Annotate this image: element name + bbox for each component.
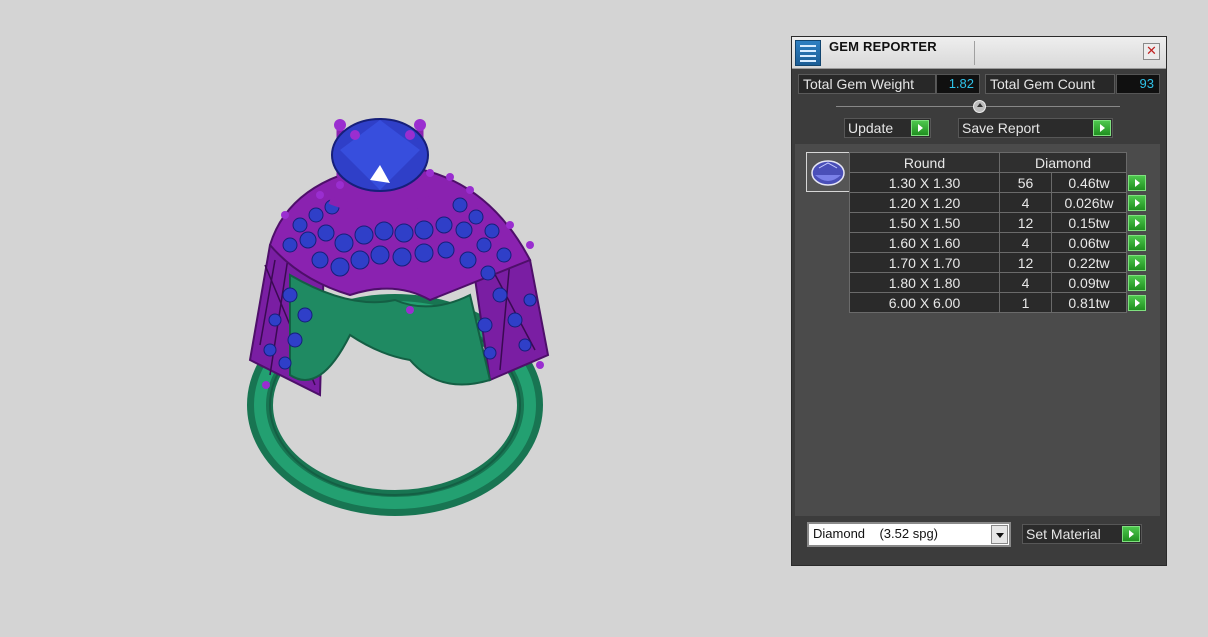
gem-count-cell: 12 <box>999 252 1052 273</box>
gem-count-cell: 4 <box>999 272 1052 293</box>
update-button[interactable]: Update <box>844 118 931 138</box>
set-material-button[interactable]: Set Material <box>1022 524 1142 544</box>
table-row[interactable]: 1.30 X 1.30 56 0.46tw <box>849 172 1149 193</box>
gem-weight-cell: 0.09tw <box>1051 272 1127 293</box>
table-row[interactable]: 1.20 X 1.20 4 0.026tw <box>849 192 1149 213</box>
gem-weight-cell: 0.46tw <box>1051 172 1127 193</box>
gem-table-header: Round Diamond <box>849 152 1149 173</box>
gem-count-cell: 1 <box>999 292 1052 313</box>
play-icon <box>1128 234 1146 251</box>
save-report-button[interactable]: Save Report <box>958 118 1113 138</box>
set-material-button-label: Set Material <box>1026 526 1101 542</box>
gem-count-cell: 12 <box>999 212 1052 233</box>
play-icon <box>1093 120 1111 136</box>
play-icon <box>1128 194 1146 211</box>
gem-size-cell: 1.70 X 1.70 <box>849 252 1000 273</box>
total-gem-weight-value: 1.82 <box>936 74 980 94</box>
title-separator <box>974 41 975 65</box>
row-select-button[interactable] <box>1126 212 1149 233</box>
gem-weight-cell: 0.22tw <box>1051 252 1127 273</box>
gem-weight-cell: 0.026tw <box>1051 192 1127 213</box>
play-icon <box>1128 274 1146 291</box>
table-row[interactable]: 1.60 X 1.60 4 0.06tw <box>849 232 1149 253</box>
gem-count-cell: 56 <box>999 172 1052 193</box>
material-header: Diamond <box>999 152 1127 173</box>
play-icon <box>1128 174 1146 191</box>
table-row[interactable]: 1.50 X 1.50 12 0.15tw <box>849 212 1149 233</box>
play-icon <box>1128 294 1146 311</box>
gem-size-cell: 1.80 X 1.80 <box>849 272 1000 293</box>
row-select-button[interactable] <box>1126 192 1149 213</box>
gem-size-cell: 1.50 X 1.50 <box>849 212 1000 233</box>
round-gem-icon <box>811 160 845 186</box>
gem-size-cell: 1.60 X 1.60 <box>849 232 1000 253</box>
gem-reporter-panel: GEM REPORTER ✕ Total Gem Weight 1.82 Tot… <box>791 36 1167 566</box>
play-icon <box>1122 526 1140 542</box>
gem-weight-cell: 0.06tw <box>1051 232 1127 253</box>
table-row[interactable]: 6.00 X 6.00 1 0.81tw <box>849 292 1149 313</box>
gem-table: Round Diamond 1.30 X 1.30 56 0.46tw 1.20… <box>849 152 1149 313</box>
play-icon <box>1128 214 1146 231</box>
splitter-handle[interactable] <box>973 100 986 113</box>
material-select-value: Diamond (3.52 spg) <box>813 526 939 541</box>
table-row[interactable]: 1.80 X 1.80 4 0.09tw <box>849 272 1149 293</box>
chevron-down-icon[interactable] <box>991 525 1008 544</box>
total-gem-count-value: 93 <box>1116 74 1160 94</box>
total-gem-weight-label: Total Gem Weight <box>798 74 936 94</box>
gem-size-cell: 6.00 X 6.00 <box>849 292 1000 313</box>
total-gem-count-label: Total Gem Count <box>985 74 1115 94</box>
title-bar[interactable]: GEM REPORTER ✕ <box>792 37 1166 69</box>
row-select-button[interactable] <box>1126 232 1149 253</box>
shape-header: Round <box>849 152 1000 173</box>
gem-size-cell: 1.30 X 1.30 <box>849 172 1000 193</box>
save-report-button-label: Save Report <box>962 120 1040 136</box>
3d-viewport[interactable] <box>0 0 780 637</box>
row-select-button[interactable] <box>1126 252 1149 273</box>
update-button-label: Update <box>848 120 894 136</box>
play-icon <box>1128 254 1146 271</box>
round-gem-thumbnail[interactable] <box>806 152 850 192</box>
material-select[interactable]: Diamond (3.52 spg) <box>807 522 1011 547</box>
ring-model-render <box>247 118 550 516</box>
table-row[interactable]: 1.70 X 1.70 12 0.22tw <box>849 252 1149 273</box>
gem-weight-cell: 0.81tw <box>1051 292 1127 313</box>
gem-count-cell: 4 <box>999 192 1052 213</box>
gem-count-cell: 4 <box>999 232 1052 253</box>
gem-list-area: Round Diamond 1.30 X 1.30 56 0.46tw 1.20… <box>795 144 1160 516</box>
close-icon[interactable]: ✕ <box>1143 43 1160 60</box>
gem-weight-cell: 0.15tw <box>1051 212 1127 233</box>
play-icon <box>911 120 929 136</box>
row-select-button[interactable] <box>1126 272 1149 293</box>
row-select-button[interactable] <box>1126 292 1149 313</box>
panel-title: GEM REPORTER <box>829 39 937 54</box>
gem-reporter-app-icon <box>795 40 821 66</box>
row-select-button[interactable] <box>1126 172 1149 193</box>
gem-size-cell: 1.20 X 1.20 <box>849 192 1000 213</box>
